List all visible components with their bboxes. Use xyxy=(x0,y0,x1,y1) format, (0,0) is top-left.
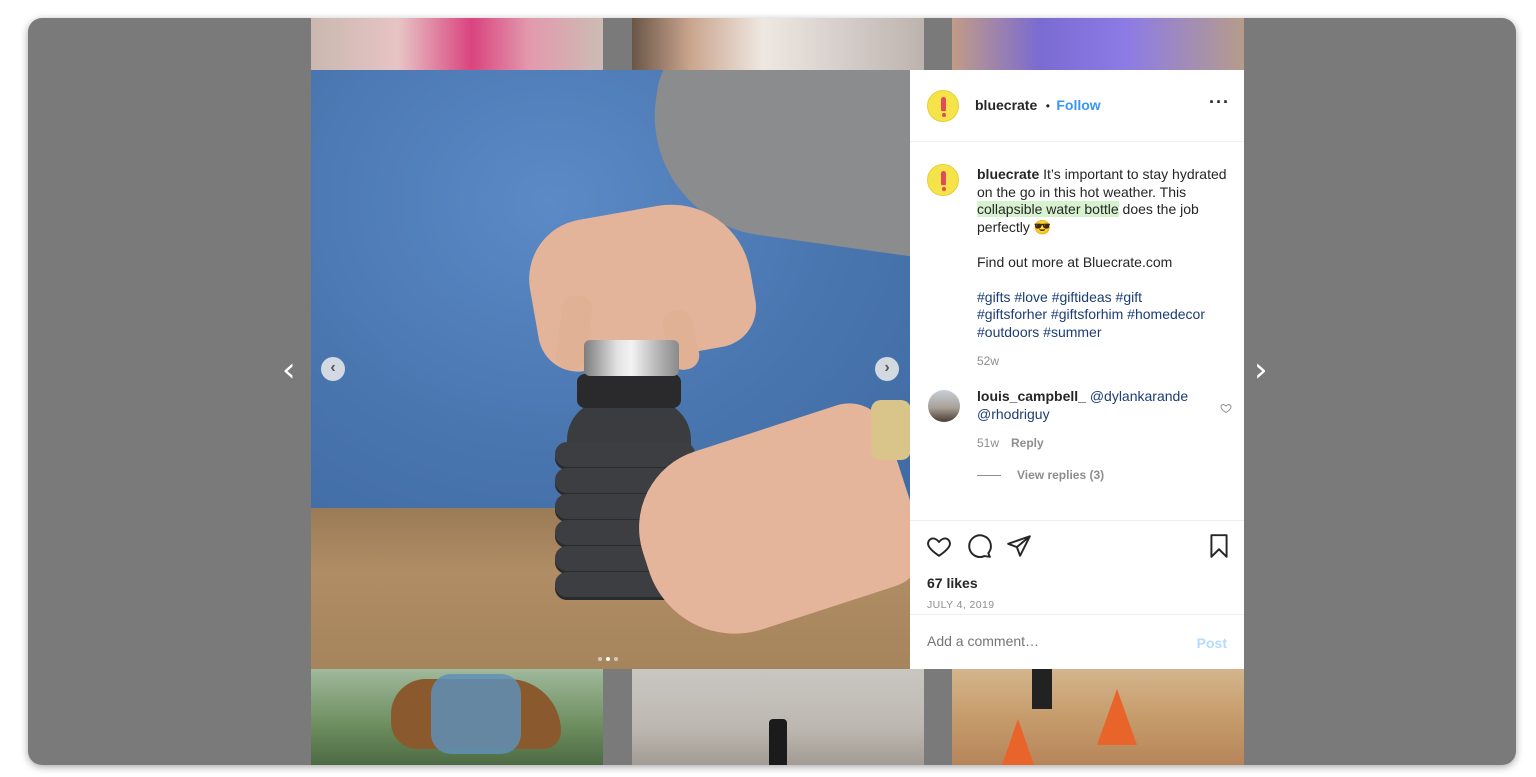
post-header: bluecrate • Follow ··· xyxy=(910,70,1244,142)
caption-username[interactable]: bluecrate xyxy=(977,166,1039,182)
post-image[interactable]: ‹ › xyxy=(311,70,910,669)
follow-button[interactable]: Follow xyxy=(1056,97,1100,113)
comment-username[interactable]: louis_campbell_ xyxy=(977,388,1086,404)
next-post-arrow[interactable]: › xyxy=(1254,353,1268,387)
separator-dot: • xyxy=(1045,99,1050,113)
comments-section: bluecrate It’s important to stay hydrate… xyxy=(910,142,1244,520)
post-caption: bluecrate It’s important to stay hydrate… xyxy=(977,166,1235,371)
carousel-dot xyxy=(614,657,618,661)
grid-thumbnail[interactable] xyxy=(632,669,924,765)
post-comment-button[interactable]: Post xyxy=(1197,635,1227,651)
more-options-icon[interactable]: ··· xyxy=(1209,92,1230,113)
carousel-prev-button[interactable]: ‹ xyxy=(321,357,345,381)
highlighted-text: collapsible water bottle xyxy=(977,201,1119,217)
grid-thumbnail[interactable] xyxy=(632,18,924,70)
caption-timestamp: 52w xyxy=(977,354,1000,368)
comment-mention[interactable]: @dylankarande xyxy=(1086,388,1188,404)
carousel-dot-active xyxy=(606,657,610,661)
comment-input[interactable] xyxy=(927,633,1177,649)
hashtags[interactable]: #outdoors #summer xyxy=(977,324,1235,342)
avatar[interactable] xyxy=(928,390,960,422)
avatar[interactable] xyxy=(927,90,959,122)
carousel-next-button[interactable]: › xyxy=(875,357,899,381)
likes-count[interactable]: 67 likes xyxy=(927,575,978,591)
share-icon[interactable] xyxy=(1006,533,1032,559)
previous-post-arrow[interactable]: ‹ xyxy=(282,353,296,387)
caption-link-line: Find out more at Bluecrate.com xyxy=(977,253,1173,270)
add-comment-bar: Post xyxy=(910,614,1244,670)
grid-thumbnail[interactable] xyxy=(311,669,603,765)
reply-button[interactable]: Reply xyxy=(1011,436,1044,450)
post-author-username[interactable]: bluecrate xyxy=(975,97,1037,113)
chevron-left-icon: ‹ xyxy=(330,359,336,376)
grid-thumbnail[interactable] xyxy=(952,18,1244,70)
modal-backdrop: ‹ › ‹ › bluecrate • Follow ··· bluecrate… xyxy=(28,18,1516,765)
comment-timestamp: 51w xyxy=(977,436,1000,450)
heart-icon[interactable] xyxy=(926,533,952,559)
hashtags[interactable]: #gifts #love #giftideas #gift xyxy=(977,289,1235,307)
chevron-right-icon: › xyxy=(884,359,890,376)
grid-thumbnail[interactable] xyxy=(952,669,1244,765)
comment-icon[interactable] xyxy=(966,533,992,559)
grid-thumbnail[interactable] xyxy=(311,18,603,70)
post-date: JULY 4, 2019 xyxy=(927,599,995,611)
like-comment-heart-icon[interactable] xyxy=(1220,402,1232,414)
comment: louis_campbell_ @dylankarande @rhodriguy… xyxy=(977,388,1217,484)
avatar[interactable] xyxy=(927,164,959,196)
carousel-dot xyxy=(598,657,602,661)
hashtags[interactable]: #giftsforher #giftsforhim #homedecor xyxy=(977,306,1235,324)
post-details-panel: bluecrate • Follow ··· bluecrate It’s im… xyxy=(910,70,1244,669)
comment-mention[interactable]: @rhodriguy xyxy=(977,406,1217,424)
bookmark-icon[interactable] xyxy=(1206,533,1232,559)
carousel-indicator xyxy=(598,648,624,661)
view-replies-button[interactable]: View replies (3) xyxy=(1017,468,1104,482)
post-actions: 67 likes JULY 4, 2019 Post xyxy=(910,520,1244,669)
